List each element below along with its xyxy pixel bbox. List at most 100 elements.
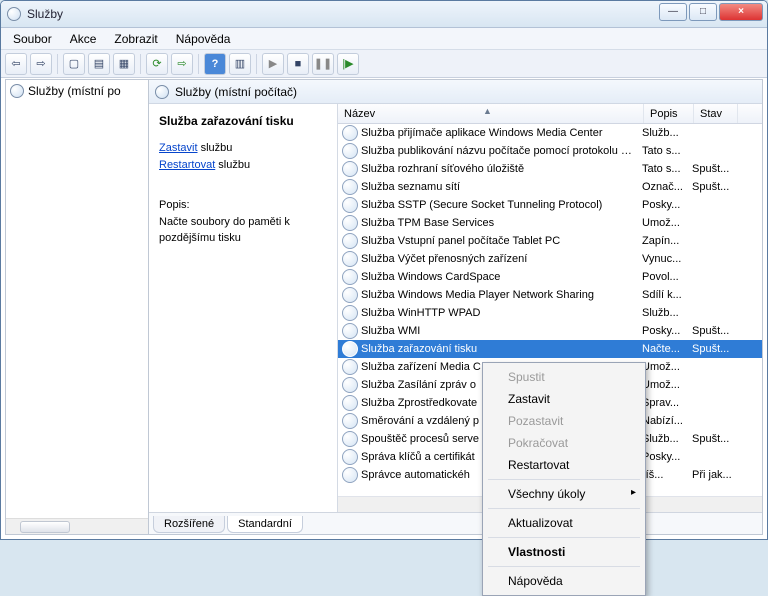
service-desc: Povol... (642, 271, 692, 283)
toolbar-sep (57, 54, 58, 74)
service-desc: Služb... (642, 433, 692, 445)
menu-file[interactable]: Soubor (5, 30, 60, 48)
service-row[interactable]: Služba Vstupní panel počítače Tablet PCZ… (338, 232, 762, 250)
service-state: Spušt... (692, 163, 732, 175)
context-menu: Spustit Zastavit Pozastavit Pokračovat R… (482, 362, 646, 596)
list-body: Služba zařazování tisku Zastavit službu … (149, 104, 762, 512)
service-row[interactable]: Služba SSTP (Secure Socket Tunneling Pro… (338, 196, 762, 214)
service-name: Služba TPM Base Services (361, 217, 642, 229)
ctx-help[interactable]: Nápověda (486, 570, 642, 592)
service-desc: Zapín... (642, 235, 692, 247)
service-state: Spušt... (692, 325, 732, 337)
service-icon (342, 269, 358, 285)
services-icon (155, 85, 169, 99)
tab-standard[interactable]: Standardní (227, 516, 303, 533)
service-desc: Posky... (642, 451, 692, 463)
desc-text: Načte soubory do paměti k pozdějšímu tis… (159, 214, 327, 247)
menu-bar: Soubor Akce Zobrazit Nápověda (1, 28, 767, 50)
services-window: Služby — □ × Soubor Akce Zobrazit Nápově… (0, 0, 768, 540)
desc-label: Popis: (159, 197, 327, 214)
list-pane-title: Služby (místní počítač) (149, 80, 762, 104)
pause-service-button[interactable]: ❚❚ (312, 53, 334, 75)
export-list-button[interactable]: ▦ (113, 53, 135, 75)
service-name: Služba publikování názvu počítače pomocí… (361, 145, 642, 157)
toolbar: ⇦ ⇨ ▢ ▤ ▦ ⟳ ⇨ ? ▥ ▶ ■ ❚❚ |▶ (1, 50, 767, 78)
service-desc: Posky... (642, 325, 692, 337)
back-button[interactable]: ⇦ (5, 53, 27, 75)
restart-service-button[interactable]: |▶ (337, 53, 359, 75)
ctx-refresh[interactable]: Aktualizovat (486, 512, 642, 534)
service-icon (342, 179, 358, 195)
service-desc: Nabízí... (642, 415, 692, 427)
service-state: Při jak... (692, 469, 732, 481)
service-row[interactable]: Služba Windows CardSpacePovol... (338, 268, 762, 286)
stop-link-line: Zastavit službu (159, 140, 327, 157)
service-row[interactable]: Služba WMIPosky...Spušt... (338, 322, 762, 340)
column-headers: Název ▲ Popis Stav (338, 104, 762, 124)
forward-button[interactable]: ⇨ (30, 53, 52, 75)
service-icon (342, 215, 358, 231)
service-row[interactable]: Služba seznamu sítíOznač...Spušt... (338, 178, 762, 196)
service-desc: Načte... (642, 343, 692, 355)
props-button[interactable]: ▥ (229, 53, 251, 75)
sort-indicator-icon: ▲ (483, 106, 492, 116)
window-title: Služby (27, 7, 63, 21)
service-state: Spušt... (692, 433, 732, 445)
maximize-button[interactable]: □ (689, 3, 717, 21)
stop-service-button[interactable]: ■ (287, 53, 309, 75)
service-name: Služba Windows CardSpace (361, 271, 642, 283)
service-row[interactable]: Služba Windows Media Player Network Shar… (338, 286, 762, 304)
service-name: Služba Vstupní panel počítače Tablet PC (361, 235, 642, 247)
list-pane-title-text: Služby (místní počítač) (175, 85, 297, 99)
window-controls: — □ × (659, 3, 763, 21)
properties-button[interactable]: ▤ (88, 53, 110, 75)
view-tabs: Rozšířené Standardní (149, 512, 762, 534)
service-row[interactable]: Služba Výčet přenosných zařízeníVynuc... (338, 250, 762, 268)
ctx-all-tasks[interactable]: Všechny úkoly (486, 483, 642, 505)
service-row[interactable]: Služba zařazování tiskuNačte...Spušt... (338, 340, 762, 358)
service-row[interactable]: Služba rozhraní síťového úložištěTato s.… (338, 160, 762, 178)
stop-link[interactable]: Zastavit (159, 142, 198, 154)
minimize-button[interactable]: — (659, 3, 687, 21)
start-service-button[interactable]: ▶ (262, 53, 284, 75)
service-name: Služba Výčet přenosných zařízení (361, 253, 642, 265)
service-row[interactable]: Služba publikování názvu počítače pomocí… (338, 142, 762, 160)
toolbar-sep (140, 54, 141, 74)
ctx-sep (488, 537, 640, 538)
show-hide-tree-button[interactable]: ▢ (63, 53, 85, 75)
ctx-pause: Pozastavit (486, 410, 642, 432)
service-desc: Umož... (642, 379, 692, 391)
service-icon (342, 125, 358, 141)
export-button[interactable]: ⇨ (171, 53, 193, 75)
app-icon (7, 7, 21, 21)
titlebar[interactable]: Služby — □ × (1, 1, 767, 28)
tab-extended[interactable]: Rozšířené (153, 516, 225, 533)
restart-link[interactable]: Restartovat (159, 159, 215, 171)
service-row[interactable]: Služba TPM Base ServicesUmož... (338, 214, 762, 232)
menu-action[interactable]: Akce (62, 30, 105, 48)
service-name: Služba rozhraní síťového úložiště (361, 163, 642, 175)
help-button[interactable]: ? (204, 53, 226, 75)
service-name: Služba zařazování tisku (361, 343, 642, 355)
service-desc: Umož... (642, 217, 692, 229)
service-row[interactable]: Služba přijímače aplikace Windows Media … (338, 124, 762, 142)
ctx-restart[interactable]: Restartovat (486, 454, 642, 476)
ctx-sep (488, 479, 640, 480)
ctx-properties[interactable]: Vlastnosti (486, 541, 642, 563)
ctx-sep (488, 508, 640, 509)
menu-view[interactable]: Zobrazit (106, 30, 165, 48)
service-desc: říš... (642, 469, 692, 481)
service-icon (342, 233, 358, 249)
refresh-button[interactable]: ⟳ (146, 53, 168, 75)
ctx-stop[interactable]: Zastavit (486, 388, 642, 410)
service-row[interactable]: Služba WinHTTP WPADSlužb... (338, 304, 762, 322)
close-button[interactable]: × (719, 3, 763, 21)
col-state[interactable]: Stav (694, 104, 738, 123)
detail-heading: Služba zařazování tisku (159, 112, 327, 130)
tree-root-services[interactable]: Služby (místní po (6, 80, 148, 102)
col-desc[interactable]: Popis (644, 104, 694, 123)
scroll-thumb[interactable] (20, 521, 70, 533)
service-icon (342, 305, 358, 321)
menu-help[interactable]: Nápověda (168, 30, 239, 48)
tree-h-scrollbar[interactable] (6, 518, 148, 534)
